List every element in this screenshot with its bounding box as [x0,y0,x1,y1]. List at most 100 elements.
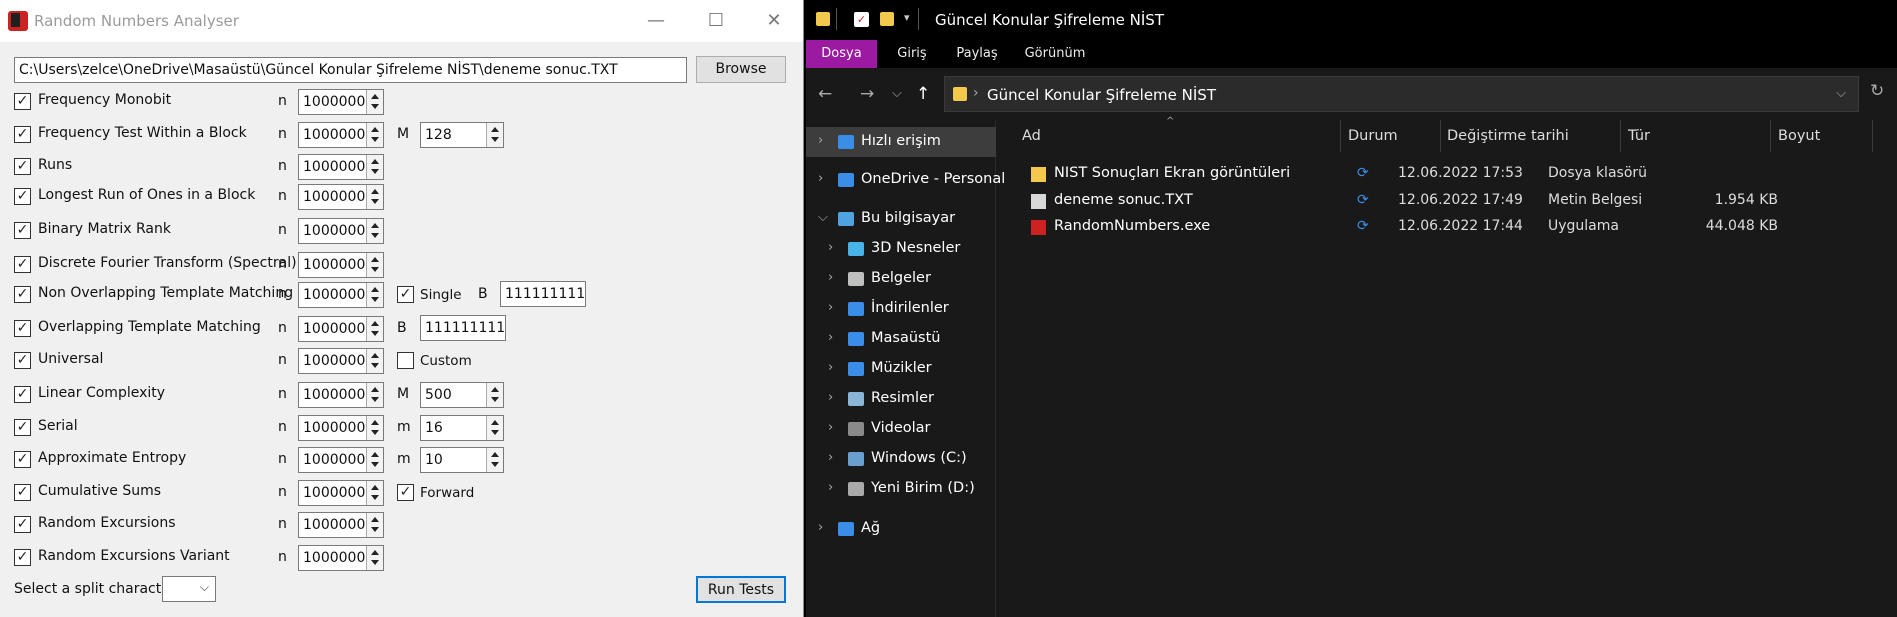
n-stepper[interactable]: 1000000 [298,348,384,374]
stepper-arrows[interactable] [366,349,383,373]
stepper-arrows[interactable] [486,448,503,472]
n-stepper[interactable]: 1000000 [298,184,384,210]
column-divider[interactable] [1620,120,1621,152]
stepper-arrows[interactable] [366,546,383,570]
stepper-down-icon[interactable] [491,430,499,435]
n-stepper[interactable]: 1000000 [298,512,384,538]
stepper-down-icon[interactable] [371,527,379,532]
test-checkbox[interactable]: ✓ [14,484,31,501]
param-stepper[interactable]: 128 [420,122,504,148]
stepper-down-icon[interactable] [371,199,379,204]
chevron-right-icon[interactable]: › [818,520,823,535]
stepper-down-icon[interactable] [371,560,379,565]
n-stepper[interactable]: 1000000 [298,545,384,571]
stepper-arrows[interactable] [366,253,383,277]
quick-access-toolbar-dropdown-icon[interactable]: ▾ [904,11,910,24]
stepper-down-icon[interactable] [371,297,379,302]
n-stepper[interactable]: 1000000 [298,154,384,180]
chevron-right-icon[interactable]: › [828,330,833,345]
maximize-button[interactable]: ☐ [688,0,744,42]
file-row[interactable]: NIST Sonuçları Ekran görüntüleri ⟳ 12.06… [1017,162,1887,188]
n-stepper[interactable]: 1000000 [298,415,384,441]
nav-item[interactable]: ⌵ Bu bilgisayar [806,204,996,234]
minimize-button[interactable]: — [628,0,684,42]
close-button[interactable]: ✕ [746,0,802,42]
file-row[interactable]: RandomNumbers.exe ⟳ 12.06.2022 17:44 Uyg… [1017,215,1887,241]
nav-item[interactable]: › Masaüstü [806,324,996,354]
stepper-arrows[interactable] [366,513,383,537]
stepper-up-icon[interactable] [491,420,499,425]
stepper-up-icon[interactable] [371,420,379,425]
stepper-arrows[interactable] [486,123,503,147]
stepper-up-icon[interactable] [371,550,379,555]
run-tests-button[interactable]: Run Tests [696,576,786,603]
n-stepper[interactable]: 1000000 [298,282,384,308]
stepper-down-icon[interactable] [371,495,379,500]
column-header-modified[interactable]: Değiştirme tarihi [1447,128,1569,144]
stepper-arrows[interactable] [366,317,383,341]
stepper-down-icon[interactable] [371,462,379,467]
param-stepper[interactable]: 16 [420,415,504,441]
stepper-down-icon[interactable] [371,363,379,368]
properties-icon[interactable]: ✓ [854,12,869,27]
param-input[interactable]: 111111111 [420,315,506,341]
nav-item[interactable]: › Müzikler [806,354,996,384]
nav-item[interactable]: › OneDrive - Personal [806,165,1005,195]
nav-item[interactable]: › Windows (C:) [806,444,996,474]
stepper-down-icon[interactable] [371,397,379,402]
forward-arrow-icon[interactable]: → [860,84,874,104]
column-divider[interactable] [1770,120,1771,152]
n-stepper[interactable]: 1000000 [298,89,384,115]
stepper-up-icon[interactable] [371,387,379,392]
nav-item[interactable]: › Belgeler [806,264,996,294]
n-stepper[interactable]: 1000000 [298,252,384,278]
stepper-up-icon[interactable] [371,159,379,164]
test-checkbox[interactable]: ✓ [14,256,31,273]
stepper-down-icon[interactable] [491,462,499,467]
test-checkbox[interactable]: ✓ [14,126,31,143]
test-checkbox[interactable]: ✓ [14,222,31,239]
tab-paylas[interactable]: Paylaş [948,40,1006,68]
n-stepper[interactable]: 1000000 [298,480,384,506]
n-stepper[interactable]: 1000000 [298,382,384,408]
up-arrow-icon[interactable]: ↑ [916,84,930,104]
param-stepper[interactable]: 500 [420,382,504,408]
nav-item[interactable]: › İndirilenler [806,294,996,324]
stepper-down-icon[interactable] [371,104,379,109]
nav-item[interactable]: › 3D Nesneler [806,234,996,264]
test-checkbox[interactable]: ✓ [14,188,31,205]
stepper-up-icon[interactable] [371,127,379,132]
stepper-up-icon[interactable] [371,287,379,292]
back-arrow-icon[interactable]: ← [818,84,832,104]
stepper-up-icon[interactable] [371,223,379,228]
stepper-arrows[interactable] [366,155,383,179]
stepper-down-icon[interactable] [371,233,379,238]
test-option-checkbox[interactable]: ✓ [397,286,414,303]
stepper-up-icon[interactable] [371,189,379,194]
stepper-arrows[interactable] [366,416,383,440]
nav-item[interactable]: › Yeni Birim (D:) [806,474,996,504]
address-box[interactable]: › Güncel Konular Şifreleme NİST ⌵ [944,76,1859,112]
test-checkbox[interactable]: ✓ [14,386,31,403]
stepper-down-icon[interactable] [371,267,379,272]
test-checkbox[interactable]: ✓ [14,93,31,110]
stepper-up-icon[interactable] [371,353,379,358]
stepper-up-icon[interactable] [371,257,379,262]
stepper-up-icon[interactable] [491,127,499,132]
nav-item[interactable]: › Hızlı erişim [806,127,996,157]
stepper-down-icon[interactable] [371,331,379,336]
stepper-up-icon[interactable] [371,321,379,326]
stepper-down-icon[interactable] [371,169,379,174]
test-checkbox[interactable]: ✓ [14,419,31,436]
recent-locations-chevron-icon[interactable]: ⌵ [892,86,902,101]
stepper-arrows[interactable] [366,283,383,307]
chevron-right-icon[interactable]: › [828,240,833,255]
stepper-up-icon[interactable] [371,452,379,457]
nav-item[interactable]: › Resimler [806,384,996,414]
split-character-select[interactable]: ⌵ [162,576,216,602]
chevron-right-icon[interactable]: › [828,390,833,405]
column-header-status[interactable]: Durum [1348,128,1398,144]
tab-giris[interactable]: Giriş [888,40,936,68]
tab-gorunum[interactable]: Görünüm [1018,40,1092,68]
file-path-input[interactable]: C:\Users\zelce\OneDrive\Masaüstü\Güncel … [14,57,687,83]
